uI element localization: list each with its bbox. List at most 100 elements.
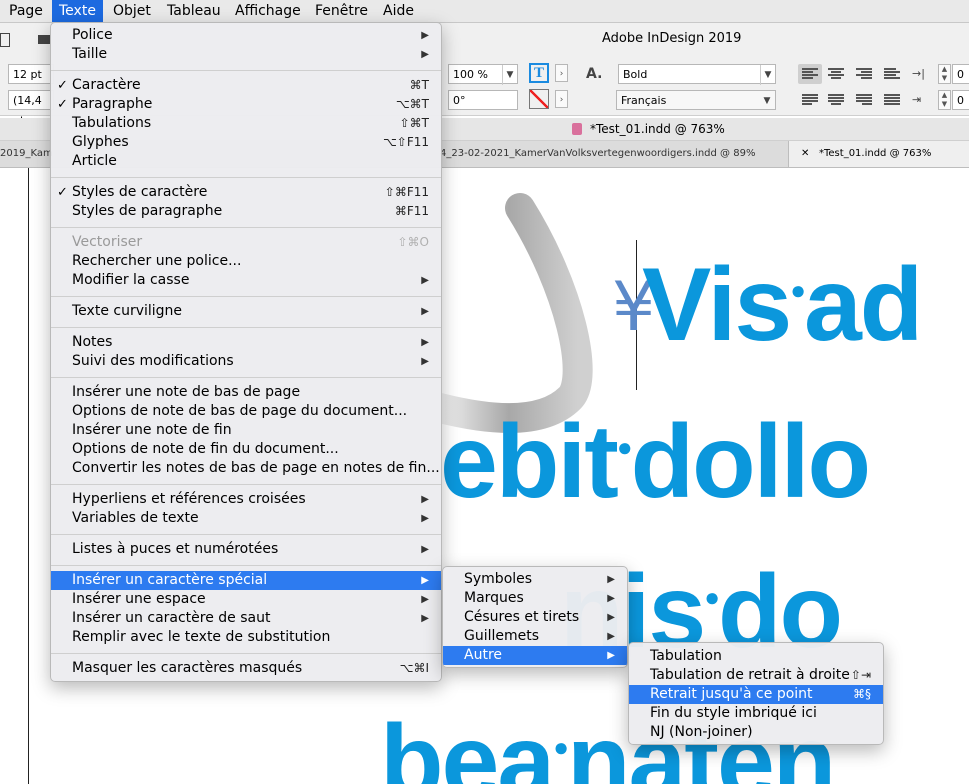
menu-item-label: Paragraphe (72, 96, 153, 112)
menu-item-inserer-saut[interactable]: Insérer un caractère de saut ▶ (51, 609, 441, 628)
grid-icon[interactable] (38, 35, 50, 44)
menu-item-options-note-bas-page[interactable]: Options de note de bas de page du docume… (51, 402, 441, 421)
menu-item-glyphes[interactable]: Glyphes ⌥⇧F11 (51, 133, 441, 152)
leading-field[interactable]: (14,4 pt (8, 90, 54, 127)
chevron-down-icon[interactable]: ▼ (760, 91, 774, 111)
menu-item-label: Guillemets (464, 628, 540, 644)
canvas-word: bea (380, 704, 555, 784)
texte-menu: Police ▶ Taille ▶ ✓ Caractère ⌘T ✓ Paragraphe… (50, 22, 442, 682)
menu-affichage[interactable]: Affichage (228, 0, 308, 22)
menu-item-non-joiner[interactable]: NJ (Non-joiner) (629, 723, 883, 742)
menu-item-styles-caractere[interactable]: ✓ Styles de caractère ⇧⌘F11 (51, 183, 441, 202)
menu-item-hyperliens[interactable]: Hyperliens et références croisées ▶ (51, 490, 441, 509)
menu-item-shortcut: ⌥⌘I (399, 661, 429, 675)
menu-page[interactable]: Page (2, 0, 50, 22)
chevron-right-icon: ▶ (421, 337, 429, 348)
menu-item-symboles[interactable]: Symboles ▶ (443, 570, 627, 589)
menu-item-suivi-modifications[interactable]: Suivi des modifications ▶ (51, 352, 441, 371)
align-center-icon[interactable] (828, 67, 844, 81)
first-line-indent-field[interactable]: 0 n (952, 90, 969, 127)
left-indent-field[interactable]: 0 n (952, 64, 969, 101)
tab-document-2[interactable]: 4_23-02-2021_KamerVanVolksvertegenwoordi… (440, 141, 780, 167)
skew-angle-field[interactable]: 0° (448, 90, 518, 110)
menu-item-label: Insérer une espace (72, 591, 206, 607)
menu-item-article[interactable]: Article (51, 152, 441, 171)
menu-objet[interactable]: Objet (106, 0, 158, 22)
language-field[interactable]: Français (616, 90, 776, 110)
tab-label: 2019_Kam (0, 148, 53, 159)
menu-fenetre[interactable]: Fenêtre (308, 0, 375, 22)
menu-item-tabulation[interactable]: Tabulation (629, 647, 883, 666)
document-title: *Test_01.indd @ 763% (590, 122, 725, 136)
chevron-right-icon[interactable]: › (555, 64, 568, 82)
menu-item-inserer-caractere-special[interactable]: Insérer un caractère spécial ▶ (51, 571, 441, 590)
menu-item-listes-puces[interactable]: Listes à puces et numérotées ▶ (51, 540, 441, 559)
menu-item-styles-paragraphe[interactable]: Styles de paragraphe ⌘F11 (51, 202, 441, 221)
canvas-text-line-1: Vis●ad (642, 246, 923, 365)
align-right-icon[interactable] (856, 67, 872, 81)
font-style-field[interactable]: Bold (618, 64, 776, 84)
menu-item-masquer-caracteres[interactable]: Masquer les caractères masqués ⌥⌘I (51, 659, 441, 678)
menu-item-label: Styles de caractère (72, 184, 208, 200)
text-color-icon[interactable]: T (529, 63, 549, 83)
menu-separator (51, 377, 441, 378)
close-icon[interactable]: ✕ (801, 141, 809, 167)
stepper-icon[interactable]: ▲ ▼ (938, 64, 951, 84)
menu-item-inserer-note-fin[interactable]: Insérer une note de fin (51, 421, 441, 440)
menu-aide[interactable]: Aide (376, 0, 421, 22)
frame-icon[interactable] (0, 33, 10, 47)
chevron-right-icon[interactable]: › (555, 90, 568, 108)
menu-tableau[interactable]: Tableau (160, 0, 228, 22)
menu-item-shortcut: ⇧⌘O (397, 235, 430, 249)
menu-item-guillemets[interactable]: Guillemets ▶ (443, 627, 627, 646)
menu-texte[interactable]: Texte (52, 0, 103, 22)
menu-item-label: Tabulations (72, 115, 152, 131)
menu-item-paragraphe[interactable]: ✓ Paragraphe ⌥⌘T (51, 95, 441, 114)
tab-document-3[interactable]: ✕ *Test_01.indd @ 763% (788, 141, 969, 167)
menu-item-inserer-espace[interactable]: Insérer une espace ▶ (51, 590, 441, 609)
middle-dot-icon: ● (616, 432, 633, 463)
menu-item-label: Insérer un caractère spécial (72, 572, 268, 588)
font-size-field[interactable]: 12 pt (8, 64, 54, 84)
align-towards-spine-icon[interactable] (884, 67, 900, 81)
chevron-down-icon[interactable]: ▼ (760, 65, 775, 85)
menu-item-inserer-note-bas-page[interactable]: Insérer une note de bas de page (51, 383, 441, 402)
chevron-down-icon[interactable]: ▼ (502, 65, 517, 85)
menu-item-label: Texte curviligne (72, 303, 183, 319)
menu-item-autre[interactable]: Autre ▶ (443, 646, 627, 665)
menu-item-modifier-casse[interactable]: Modifier la casse ▶ (51, 271, 441, 290)
menu-item-retrait-jusqu-point[interactable]: Retrait jusqu'à ce point ⌘§ (629, 685, 883, 704)
menu-item-notes[interactable]: Notes ▶ (51, 333, 441, 352)
menu-item-police[interactable]: Police ▶ (51, 26, 441, 45)
menu-item-label: Caractère (72, 77, 141, 93)
menu-item-variables-texte[interactable]: Variables de texte ▶ (51, 509, 441, 528)
menu-item-label: Listes à puces et numérotées (72, 541, 279, 557)
menu-item-label: Variables de texte (72, 510, 199, 526)
menu-item-shortcut: ⌘§ (853, 687, 871, 701)
checkmark-icon: ✓ (57, 185, 68, 200)
menu-item-remplir-substitution[interactable]: Remplir avec le texte de substitution (51, 628, 441, 647)
justify-all-icon[interactable] (884, 93, 900, 107)
menu-separator (51, 296, 441, 297)
menu-item-shortcut: ⇧⌘F11 (384, 185, 429, 199)
menu-item-tabulations[interactable]: Tabulations ⇧⌘T (51, 114, 441, 133)
menu-item-texte-curviligne[interactable]: Texte curviligne ▶ (51, 302, 441, 321)
menu-item-caractere[interactable]: ✓ Caractère ⌘T (51, 76, 441, 95)
justify-left-icon[interactable] (802, 93, 818, 107)
menu-item-options-note-fin[interactable]: Options de note de fin du document... (51, 440, 441, 459)
menu-item-cesures-tirets[interactable]: Césures et tirets ▶ (443, 608, 627, 627)
menu-item-rechercher-police[interactable]: Rechercher une police... (51, 252, 441, 271)
no-stroke-icon[interactable] (529, 89, 549, 109)
menu-item-marques[interactable]: Marques ▶ (443, 589, 627, 608)
menu-item-fin-style-imbrique[interactable]: Fin du style imbriqué ici (629, 704, 883, 723)
checkmark-icon: ✓ (57, 78, 68, 93)
justify-right-icon[interactable] (856, 93, 872, 107)
justify-center-icon[interactable] (828, 93, 844, 107)
stepper-icon[interactable]: ▲ ▼ (938, 90, 951, 110)
page-edge (28, 168, 29, 784)
menu-item-taille[interactable]: Taille ▶ (51, 45, 441, 64)
menu-item-label: Tabulation de retrait à droite (650, 667, 850, 683)
menu-separator (51, 534, 441, 535)
menu-item-tabulation-retrait-droite[interactable]: Tabulation de retrait à droite ⇧⇥ (629, 666, 883, 685)
menu-item-convertir-notes[interactable]: Convertir les notes de bas de page en no… (51, 459, 441, 478)
